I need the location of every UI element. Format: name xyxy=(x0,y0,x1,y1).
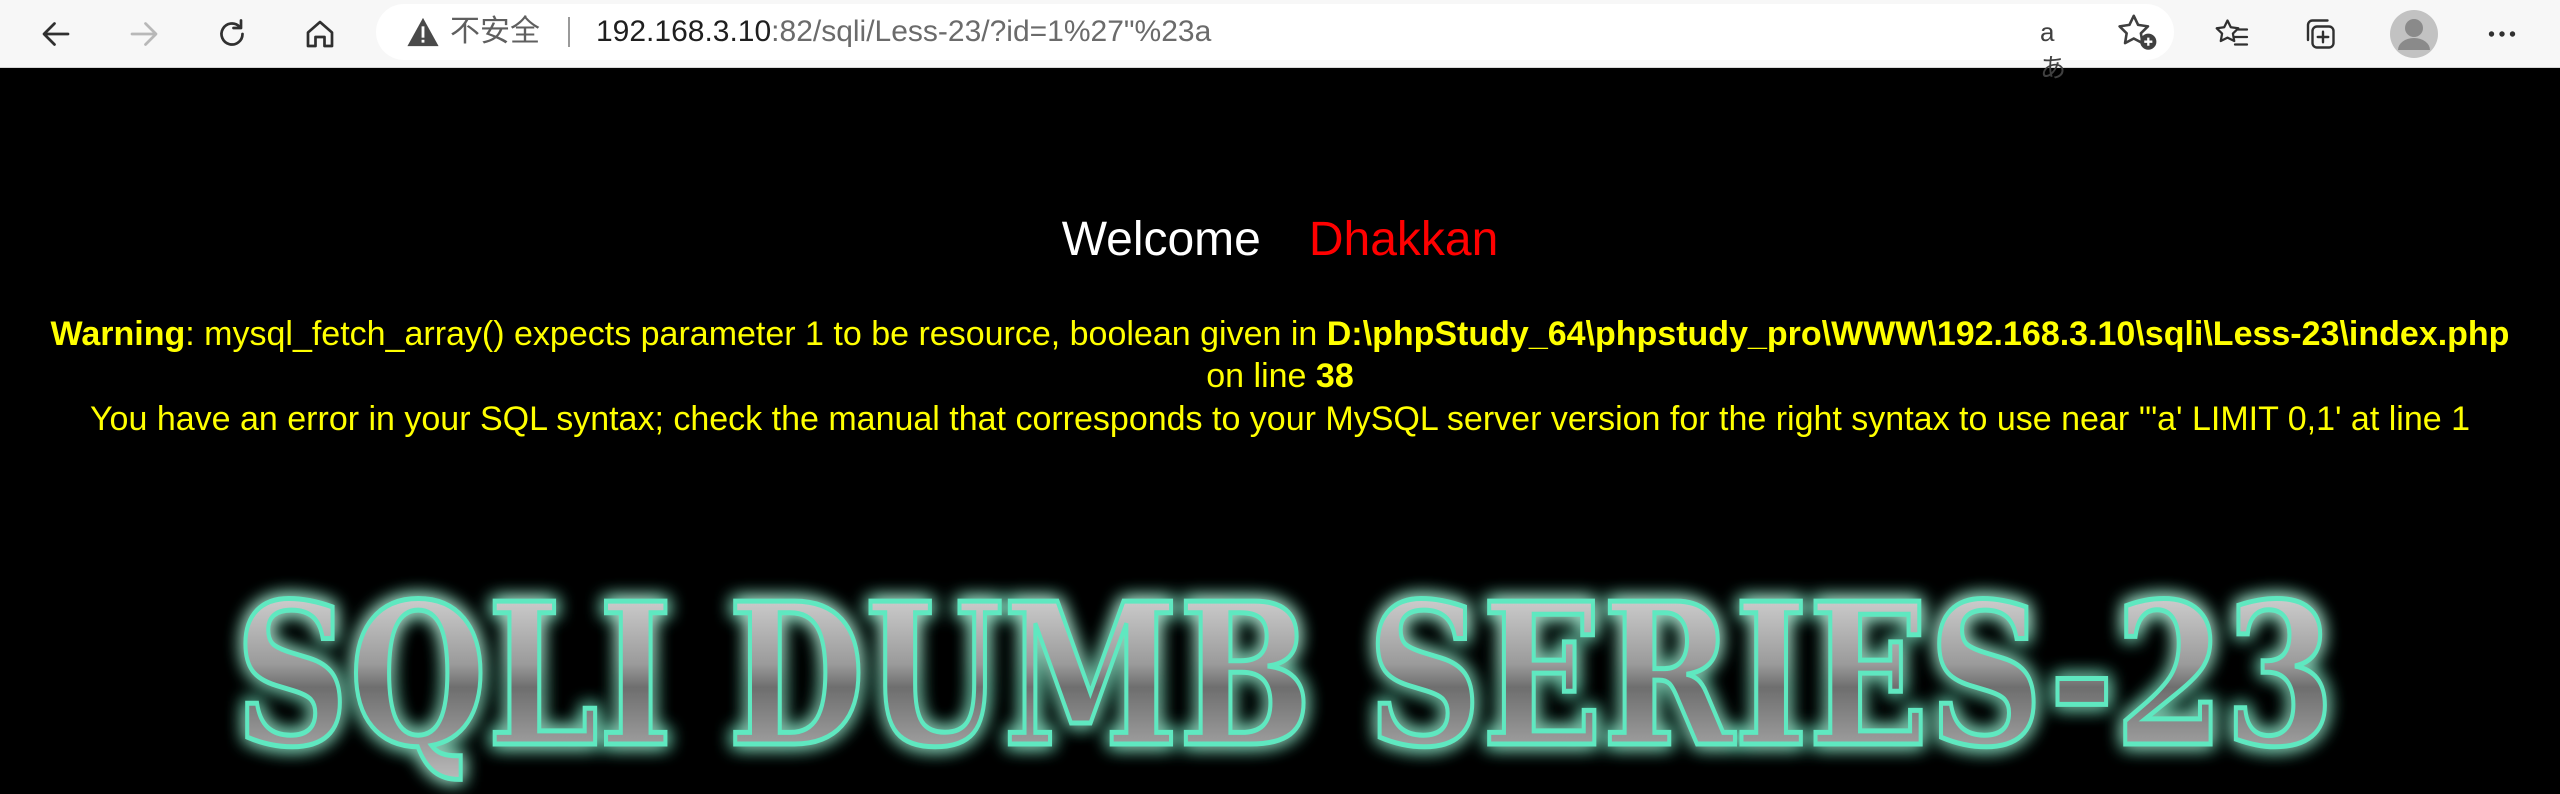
refresh-button[interactable] xyxy=(206,8,258,60)
collections-icon xyxy=(2306,19,2335,49)
warning-triangle-icon[interactable] xyxy=(406,16,440,48)
url-text[interactable]: 192.168.3.10:82/sqli/Less-23/?id=1%27"%2… xyxy=(596,14,1211,50)
welcome-text: Welcome xyxy=(1061,213,1261,266)
more-menu-button[interactable] xyxy=(2476,8,2528,60)
refresh-icon xyxy=(220,19,244,46)
favorites-icon xyxy=(2215,19,2249,46)
warning-message: : mysql_fetch_array() expects parameter … xyxy=(185,315,1327,353)
read-aloud-icon[interactable]: aあ xyxy=(2040,14,2080,83)
url-host: 192.168.3.10 xyxy=(596,15,772,48)
address-bar[interactable]: 不安全 192.168.3.10:82/sqli/Less-23/?id=1%2… xyxy=(376,4,2174,83)
profile-button[interactable] xyxy=(2386,6,2442,62)
url-path: :82/sqli/Less-23/?id=1%27"%23a xyxy=(771,15,1212,48)
forward-arrow-icon xyxy=(130,22,158,46)
sql-error-message: You have an error in your SQL syntax; ch… xyxy=(90,400,2470,438)
collections-button[interactable] xyxy=(2294,8,2346,60)
warning-file-path: D:\phpStudy_64\phpstudy_pro\WWW\192.168.… xyxy=(1326,315,2510,353)
welcome-line: Welcome Dhakkan xyxy=(0,210,2560,270)
omnibox-divider xyxy=(568,17,570,47)
banner-title: SQLI DUMB SERIES-23 xyxy=(235,564,2335,791)
security-label[interactable]: 不安全 xyxy=(450,14,540,50)
home-button[interactable] xyxy=(294,8,346,60)
profile-avatar-icon xyxy=(2390,10,2438,58)
back-arrow-icon xyxy=(42,22,70,46)
page-content: Welcome Dhakkan Warning: mysql_fetch_arra… xyxy=(0,68,2560,794)
home-icon xyxy=(306,20,334,48)
php-warning: Warning: mysql_fetch_array() expects par… xyxy=(20,313,2540,397)
on-line-text: on line xyxy=(1206,357,1316,395)
browser-toolbar: 不安全 192.168.3.10:82/sqli/Less-23/?id=1%2… xyxy=(0,0,2560,83)
add-favorite-icon[interactable] xyxy=(2116,12,2158,52)
back-button[interactable] xyxy=(30,8,82,60)
username-text: Dhakkan xyxy=(1308,213,1499,266)
forward-button[interactable] xyxy=(118,8,170,60)
warning-line-number: 38 xyxy=(1315,357,1354,395)
more-menu-icon xyxy=(2488,31,2516,37)
favorites-button[interactable] xyxy=(2206,8,2258,60)
warning-label: Warning xyxy=(50,315,186,353)
